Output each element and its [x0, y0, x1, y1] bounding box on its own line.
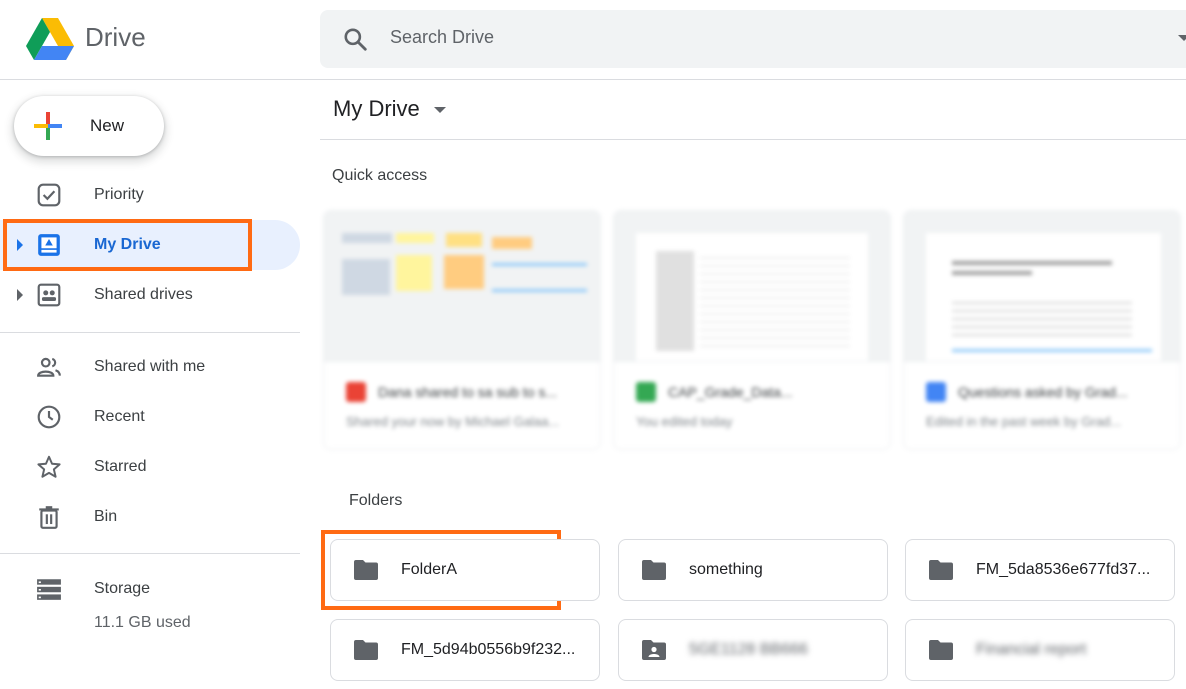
- file-thumbnail: [904, 211, 1180, 361]
- folder-item-fm-5d94b055[interactable]: FM_5d94b0556b9f232...: [330, 619, 600, 681]
- shared-folder-icon: [642, 640, 666, 660]
- storage-icon: [37, 579, 61, 600]
- sidebar-item-label: Starred: [94, 458, 147, 475]
- top-bar: Drive: [0, 0, 1186, 80]
- sidebar-item-label: Shared drives: [94, 286, 193, 303]
- sidebar-item-recent[interactable]: Recent: [0, 392, 300, 442]
- star-icon: [37, 455, 61, 478]
- folder-name: FM_5d94b0556b9f232...: [401, 641, 576, 658]
- folder-icon: [929, 560, 953, 580]
- folder-name: something: [689, 561, 763, 578]
- new-button-label: New: [90, 116, 125, 135]
- folder-item-financial-report[interactable]: Financial report: [905, 619, 1175, 681]
- sidebar-item-priority[interactable]: Priority: [0, 170, 300, 220]
- folder-icon: [929, 640, 953, 660]
- search-bar[interactable]: [320, 10, 1186, 68]
- sidebar-item-label: Storage: [94, 580, 151, 597]
- file-activity: You edited today: [636, 414, 733, 429]
- file-name: Questions asked by Grad...: [958, 384, 1128, 400]
- sidebar-item-bin[interactable]: Bin: [0, 492, 300, 542]
- highlight-box-my-drive: [3, 219, 252, 271]
- chevron-down-icon[interactable]: [434, 107, 446, 113]
- sidebar-item-shared-with-me[interactable]: Shared with me: [0, 342, 300, 392]
- folder-name: FM_5da8536e677fd37...: [976, 561, 1151, 578]
- shared-drives-icon: [37, 283, 61, 307]
- folder-item-fm-5da8536e[interactable]: FM_5da8536e677fd37...: [905, 539, 1175, 601]
- sidebar-item-label: Bin: [94, 508, 118, 525]
- sidebar-item-storage[interactable]: Storage: [0, 564, 300, 614]
- folder-item-shared[interactable]: 5GE1128 BB666: [618, 619, 888, 681]
- file-info: Dana shared to sa sub to s... Shared you…: [324, 361, 600, 449]
- file-activity: Shared your now by Michael Galaa...: [346, 414, 560, 429]
- quick-access-card[interactable]: Dana shared to sa sub to s... Shared you…: [323, 210, 601, 450]
- file-info: CAP_Grade_Data... You edited today: [614, 361, 890, 449]
- file-name: CAP_Grade_Data...: [668, 384, 793, 400]
- sidebar-divider: [0, 553, 300, 554]
- sidebar-item-label: Recent: [94, 408, 145, 425]
- expand-arrow-icon[interactable]: [17, 289, 23, 301]
- storage-used-text: 11.1 GB used: [94, 614, 191, 631]
- sidebar-item-label: Priority: [94, 186, 144, 203]
- quick-access-card[interactable]: CAP_Grade_Data... You edited today: [613, 210, 891, 450]
- file-activity: Edited in the past week by Grad...: [926, 414, 1122, 429]
- file-type-icon: [926, 382, 946, 402]
- folder-name: 5GE1128 BB666: [689, 641, 808, 658]
- plus-icon: [34, 112, 62, 140]
- sidebar-item-shared-drives[interactable]: Shared drives: [0, 270, 300, 320]
- folder-icon: [354, 560, 378, 580]
- folder-name: FolderA: [401, 561, 458, 578]
- file-type-icon: [636, 382, 656, 402]
- file-thumbnail: [614, 211, 890, 361]
- file-info: Questions asked by Grad... Edited in the…: [904, 361, 1180, 449]
- sidebar-item-starred[interactable]: Starred: [0, 442, 300, 492]
- folders-title: Folders: [349, 492, 403, 509]
- sidebar-divider: [0, 332, 300, 333]
- folder-item-something[interactable]: something: [618, 539, 888, 601]
- file-thumbnail: [324, 211, 600, 361]
- file-type-icon: [346, 382, 366, 402]
- drive-logo-icon[interactable]: [26, 18, 74, 60]
- search-options-chevron-icon[interactable]: [1178, 35, 1186, 41]
- folder-icon: [354, 640, 378, 660]
- file-name: Dana shared to sa sub to s...: [378, 384, 557, 400]
- folder-item-foldera[interactable]: FolderA: [330, 539, 600, 601]
- app-title: Drive: [85, 22, 146, 52]
- folder-name: Financial report: [976, 641, 1087, 658]
- quick-access-card[interactable]: Questions asked by Grad... Edited in the…: [903, 210, 1181, 450]
- sidebar-item-label: Shared with me: [94, 358, 206, 375]
- main-divider: [320, 139, 1186, 140]
- folder-icon: [642, 560, 666, 580]
- search-icon[interactable]: [342, 26, 368, 52]
- new-button[interactable]: New: [14, 96, 164, 156]
- trash-icon: [39, 506, 59, 529]
- people-icon: [37, 357, 61, 377]
- search-input[interactable]: [390, 27, 1090, 48]
- page-title[interactable]: My Drive: [333, 96, 420, 122]
- clock-icon: [37, 405, 61, 429]
- priority-check-icon: [37, 183, 61, 207]
- quick-access-title: Quick access: [332, 167, 428, 184]
